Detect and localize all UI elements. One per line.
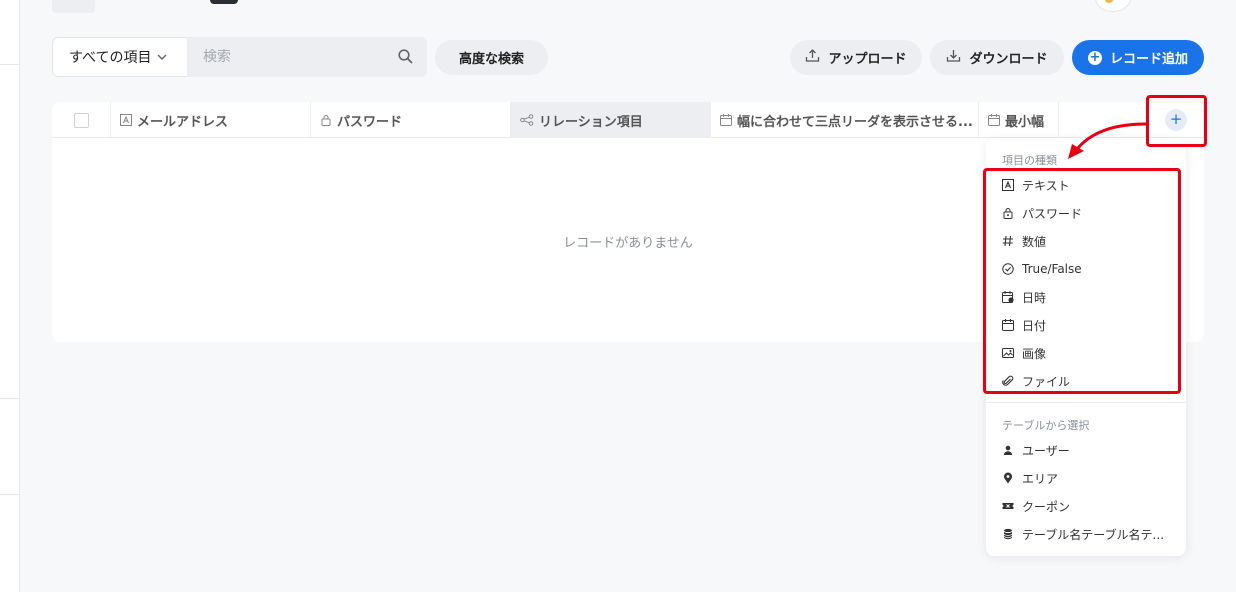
chevron-down-icon <box>157 52 167 63</box>
add-record-label: レコード追加 <box>1109 52 1188 67</box>
download-label: ダウンロード <box>969 52 1048 67</box>
calendar-icon <box>988 114 1000 126</box>
menu-item-label: 数値 <box>1022 234 1047 249</box>
menu-item-table-long-name[interactable]: テーブル名テーブル名テ... <box>1002 523 1174 545</box>
menu-item-table-coupon[interactable]: クーポン <box>1002 495 1174 517</box>
select-all-checkbox[interactable] <box>73 112 89 128</box>
calendar-icon <box>1002 319 1014 331</box>
person-icon <box>1002 444 1014 456</box>
advanced-search-label: 高度な検索 <box>458 52 524 67</box>
menu-item-datetime[interactable]: 日時 <box>1002 286 1174 308</box>
menu-item-label: 日付 <box>1022 318 1047 333</box>
relation-icon <box>520 114 534 126</box>
download-button[interactable]: ダウンロード <box>930 40 1064 75</box>
menu-item-image[interactable]: 画像 <box>1002 342 1174 364</box>
sidebar-divider <box>0 494 20 495</box>
field-filter-value: すべての項目 <box>69 50 152 66</box>
column-header-label: パスワード <box>337 114 403 130</box>
menu-item-label: 日時 <box>1022 290 1047 305</box>
menu-item-date[interactable]: 日付 <box>1002 314 1174 336</box>
menu-item-label: パスワード <box>1022 206 1083 221</box>
menu-section-title: テーブルから選択 <box>1002 419 1090 432</box>
calendar-icon <box>720 114 732 126</box>
sidebar-divider <box>0 398 20 399</box>
menu-item-label: テーブル名テーブル名テ... <box>1022 527 1165 542</box>
user-avatar[interactable] <box>1095 0 1131 12</box>
paperclip-icon <box>1002 375 1014 387</box>
column-header-relation[interactable]: リレーション項目 <box>511 102 711 138</box>
menu-item-label: 画像 <box>1022 346 1047 361</box>
upload-icon <box>805 48 820 67</box>
menu-item-table-users[interactable]: ユーザー <box>1002 439 1174 461</box>
database-icon <box>1002 528 1014 540</box>
column-header-label: メールアドレス <box>137 114 229 130</box>
search-box <box>187 37 427 77</box>
search-icon[interactable] <box>398 49 413 68</box>
menu-item-label: エリア <box>1022 471 1059 486</box>
menu-item-true-false[interactable]: True/False <box>1002 258 1174 280</box>
column-header-label: 最小幅 <box>1005 114 1045 130</box>
column-header-email[interactable]: メールアドレス <box>111 102 311 138</box>
header-badge-partial <box>210 0 238 4</box>
header-button-partial[interactable] <box>52 0 95 13</box>
menu-item-label: テキスト <box>1022 178 1070 193</box>
menu-item-table-area[interactable]: エリア <box>1002 467 1174 489</box>
menu-item-number[interactable]: 数値 <box>1002 230 1174 252</box>
upload-button[interactable]: アップロード <box>790 40 922 75</box>
menu-item-file[interactable]: ファイル <box>1002 370 1174 392</box>
field-filter-select[interactable]: すべての項目 <box>52 37 188 77</box>
table-header-row: メールアドレス パスワード リレーション項目 幅に合わせて三点リーダを表示させる… <box>52 102 1204 138</box>
menu-item-text[interactable]: テキスト <box>1002 174 1174 196</box>
text-type-icon <box>1002 179 1014 191</box>
add-record-button[interactable]: + レコード追加 <box>1072 40 1204 75</box>
column-header-label: 幅に合わせて三点リーダを表示させる... <box>737 114 973 130</box>
sidebar-divider <box>0 64 20 65</box>
menu-divider <box>986 402 1186 403</box>
add-column-button[interactable]: + <box>1165 109 1187 131</box>
select-all-cell <box>52 102 111 138</box>
menu-item-label: ユーザー <box>1022 443 1070 458</box>
menu-item-password[interactable]: パスワード <box>1002 202 1174 224</box>
column-header-min-width[interactable]: 最小幅 <box>979 102 1059 138</box>
hash-icon <box>1002 235 1014 247</box>
advanced-search-button[interactable]: 高度な検索 <box>435 40 548 75</box>
location-pin-icon <box>1002 472 1014 484</box>
menu-item-label: クーポン <box>1022 499 1071 514</box>
column-type-menu: 項目の種類 テキスト パスワード 数値 True/False 日時 日付 画像 … <box>986 138 1186 556</box>
lock-icon <box>320 114 332 126</box>
check-circle-icon <box>1002 263 1014 275</box>
search-input[interactable] <box>203 49 383 65</box>
image-icon <box>1002 347 1014 359</box>
download-icon <box>946 48 961 67</box>
column-header-label: リレーション項目 <box>539 114 643 130</box>
plus-circle-icon: + <box>1087 49 1102 65</box>
menu-item-label: True/False <box>1022 262 1082 276</box>
lock-icon <box>1002 207 1014 219</box>
column-header-fit-width[interactable]: 幅に合わせて三点リーダを表示させる... <box>711 102 979 138</box>
text-type-icon <box>120 114 132 126</box>
menu-section-title: 項目の種類 <box>1002 154 1057 167</box>
calendar-clock-icon <box>1002 291 1014 303</box>
ticket-icon <box>1002 500 1014 512</box>
column-header-password[interactable]: パスワード <box>311 102 511 138</box>
left-sidebar-edge <box>0 0 20 592</box>
menu-item-label: ファイル <box>1022 374 1071 389</box>
upload-label: アップロード <box>828 52 907 67</box>
